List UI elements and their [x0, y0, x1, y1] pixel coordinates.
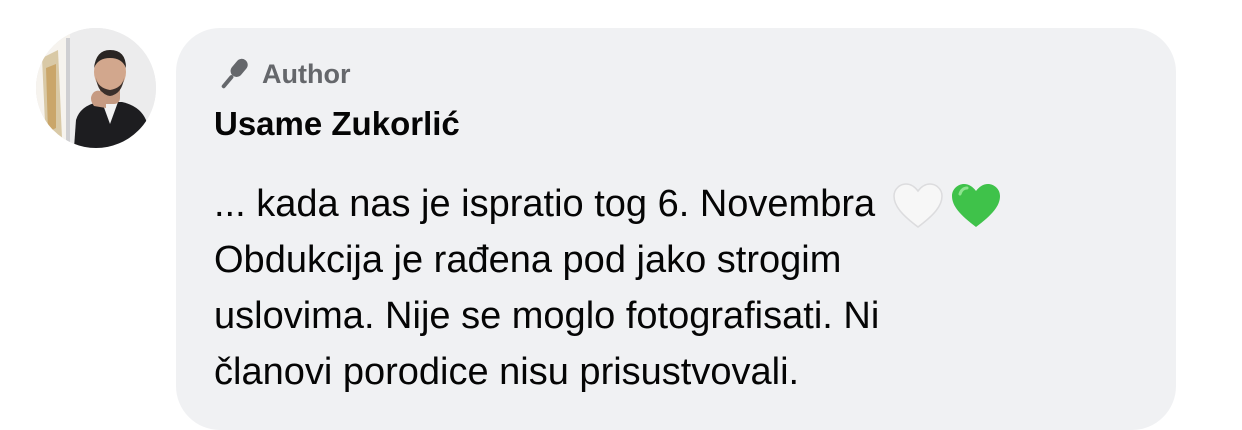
- comment-bubble: Author Usame Zukorlić ... kada nas je is…: [176, 28, 1176, 430]
- comment-line: članovi porodice nisu prisustvovali.: [214, 351, 800, 393]
- green-heart-icon: [950, 182, 1002, 230]
- white-heart-icon: [892, 182, 944, 230]
- comment-text: ... kada nas je ispratio tog 6. Novembra…: [214, 176, 1144, 400]
- comment-line: Obdukcija je rađena pod jako strogim: [214, 239, 842, 281]
- comment-line: uslovima. Nije se moglo fotografisati. N…: [214, 295, 880, 337]
- microphone-icon: [214, 54, 254, 94]
- avatar-photo: [36, 28, 156, 148]
- comment: Author Usame Zukorlić ... kada nas je is…: [0, 0, 1242, 430]
- comment-line: ... kada nas je ispratio tog 6. Novembra: [214, 176, 1144, 232]
- avatar[interactable]: [36, 28, 156, 148]
- author-name[interactable]: Usame Zukorlić: [214, 102, 1138, 146]
- author-badge-label: Author: [262, 58, 351, 89]
- author-badge: Author: [214, 52, 1138, 96]
